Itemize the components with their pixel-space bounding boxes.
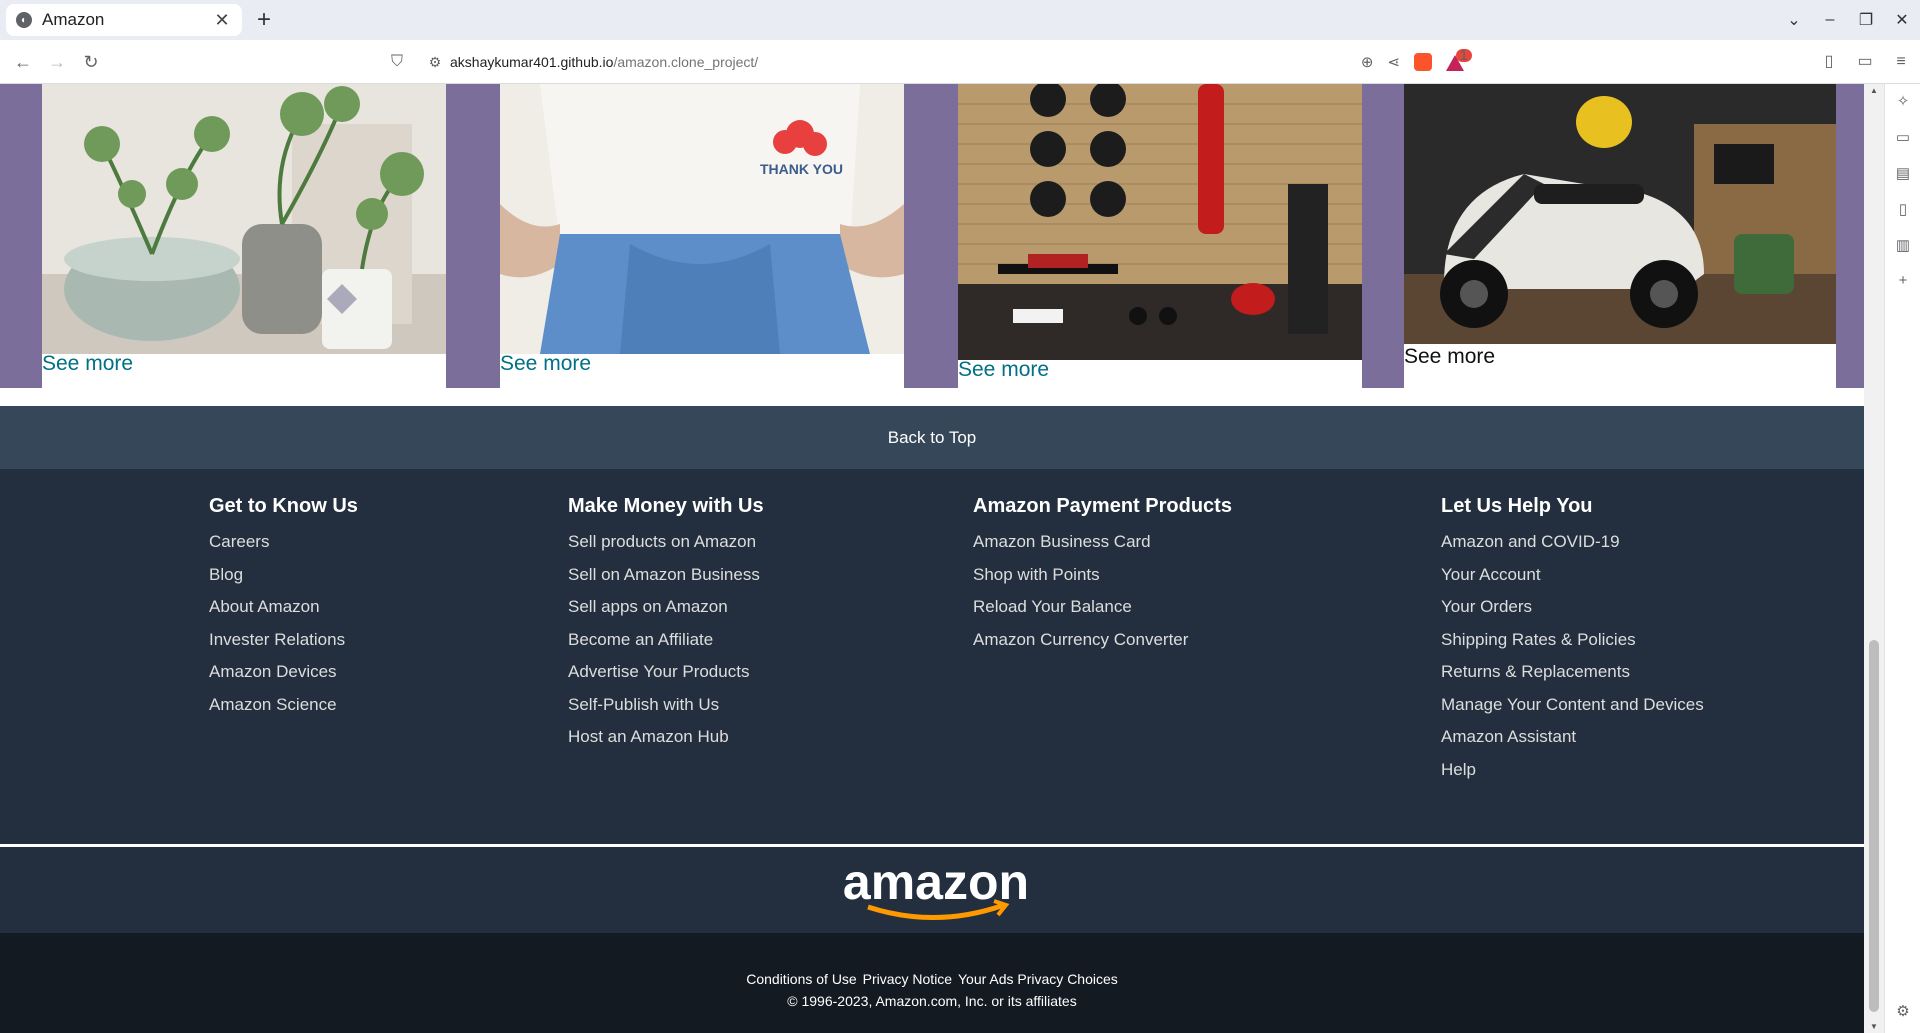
forward-icon[interactable]: → bbox=[44, 49, 70, 75]
category-card: See more bbox=[42, 84, 446, 388]
rewards-badge: 1 bbox=[1455, 48, 1472, 63]
footer-column: Get to Know Us Careers Blog About Amazon… bbox=[209, 495, 358, 721]
footer-link[interactable]: Reload Your Balance bbox=[973, 591, 1232, 624]
tab-strip: ◐ Amazon ✕ + ⌄ – ❐ ✕ bbox=[0, 0, 1920, 40]
back-icon[interactable]: ← bbox=[10, 49, 36, 75]
back-to-top-button[interactable]: Back to Top bbox=[0, 406, 1864, 469]
tab-title: Amazon bbox=[42, 10, 105, 29]
footer-column-title: Get to Know Us bbox=[209, 495, 358, 517]
footer-link[interactable]: Manage Your Content and Devices bbox=[1441, 689, 1704, 722]
footer-link[interactable]: Help bbox=[1441, 754, 1704, 787]
media-icon[interactable]: ▭ bbox=[1885, 128, 1920, 146]
page-scrollbar[interactable]: ▲ ▼ bbox=[1864, 84, 1884, 1033]
footer-link[interactable]: Blog bbox=[209, 559, 358, 592]
footer-link[interactable]: Your Account bbox=[1441, 559, 1704, 592]
sidebar-toggle-icon[interactable]: ▯ bbox=[1818, 49, 1840, 75]
footer-link[interactable]: About Amazon bbox=[209, 591, 358, 624]
footer-link[interactable]: Your Orders bbox=[1441, 591, 1704, 624]
see-more-link[interactable]: See more bbox=[958, 358, 1049, 382]
footer-column: Amazon Payment Products Amazon Business … bbox=[973, 495, 1232, 656]
site-info-icon[interactable]: ⚙ bbox=[420, 54, 450, 71]
footer-column-title: Amazon Payment Products bbox=[973, 495, 1232, 517]
globe-icon: ◐ bbox=[16, 12, 32, 28]
address-bar[interactable]: ⚙ akshaykumar401.github.io/amazon.clone_… bbox=[420, 46, 1472, 78]
footer-link[interactable]: Sell products on Amazon bbox=[568, 526, 764, 559]
footer-link[interactable]: Returns & Replacements bbox=[1441, 656, 1704, 689]
brave-rewards-icon[interactable]: 1 bbox=[1446, 48, 1472, 71]
category-card: See more bbox=[958, 84, 1362, 388]
footer-link[interactable]: Become an Affiliate bbox=[568, 624, 764, 657]
footer-link[interactable]: Shipping Rates & Policies bbox=[1441, 624, 1704, 657]
legal-link[interactable]: Your Ads Privacy Choices bbox=[958, 971, 1118, 987]
legal-link[interactable]: Conditions of Use bbox=[746, 971, 857, 987]
reload-icon[interactable]: ↻ bbox=[78, 49, 104, 75]
footer-link[interactable]: Amazon and COVID-19 bbox=[1441, 526, 1704, 559]
scroll-thumb[interactable] bbox=[1869, 640, 1879, 1012]
new-tab-button[interactable]: + bbox=[250, 6, 278, 34]
share-icon[interactable]: ⋖ bbox=[1387, 53, 1400, 71]
footer-column-title: Let Us Help You bbox=[1441, 495, 1593, 517]
see-more-link[interactable]: See more bbox=[1404, 345, 1496, 369]
footer-links: Get to Know Us Careers Blog About Amazon… bbox=[0, 469, 1864, 847]
see-more-link[interactable]: See more bbox=[42, 352, 133, 376]
wallet-panel-icon[interactable]: ▤ bbox=[1885, 164, 1920, 182]
footer-logo-band: amazon bbox=[0, 847, 1864, 933]
brave-shields-icon[interactable] bbox=[1414, 53, 1432, 71]
browser-tab[interactable]: ◐ Amazon ✕ bbox=[6, 4, 242, 36]
menu-icon[interactable]: ≡ bbox=[1890, 49, 1912, 75]
footer-column-title: Make Money with Us bbox=[568, 495, 764, 517]
restore-icon[interactable]: ❐ bbox=[1848, 10, 1884, 30]
card-image[interactable] bbox=[1404, 84, 1836, 344]
settings-icon[interactable]: ⚙ bbox=[1885, 1002, 1920, 1020]
leo-ai-icon[interactable]: ✧ bbox=[1885, 92, 1920, 110]
scroll-up-icon[interactable]: ▲ bbox=[1864, 86, 1884, 95]
category-card: THANK YOU See more bbox=[500, 84, 904, 388]
footer-link[interactable]: Amazon Assistant bbox=[1441, 721, 1704, 754]
zoom-icon[interactable]: ⊕ bbox=[1361, 53, 1374, 71]
bookmark-icon[interactable]: ⛉ bbox=[386, 49, 408, 75]
footer-link[interactable]: Careers bbox=[209, 526, 358, 559]
browser-toolbar: ← → ↻ ⛉ ⚙ akshaykumar401.github.io/amazo… bbox=[0, 40, 1920, 84]
see-more-link[interactable]: See more bbox=[500, 352, 591, 376]
amazon-logo[interactable]: amazon bbox=[836, 854, 1036, 928]
reading-list-icon[interactable]: ▥ bbox=[1885, 236, 1920, 254]
scroll-down-icon[interactable]: ▼ bbox=[1864, 1022, 1884, 1031]
bookmarks-panel-icon[interactable]: ▯ bbox=[1885, 200, 1920, 218]
footer-link[interactable]: Amazon Devices bbox=[209, 656, 358, 689]
footer-column: Let Us Help You Amazon and COVID-19 Your… bbox=[1441, 495, 1704, 786]
close-window-icon[interactable]: ✕ bbox=[1884, 10, 1920, 30]
browser-sidebar: ✧ ▭ ▤ ▯ ▥ + ⚙ bbox=[1884, 84, 1920, 1033]
footer-link[interactable]: Invester Relations bbox=[209, 624, 358, 657]
add-panel-icon[interactable]: + bbox=[1885, 272, 1920, 289]
card-image[interactable] bbox=[958, 84, 1362, 360]
svg-text:THANK YOU: THANK YOU bbox=[760, 161, 843, 177]
minimize-icon[interactable]: – bbox=[1812, 11, 1848, 29]
footer-link[interactable]: Sell on Amazon Business bbox=[568, 559, 764, 592]
tab-search-icon[interactable]: ⌄ bbox=[1776, 10, 1812, 30]
footer-link[interactable]: Amazon Currency Converter bbox=[973, 624, 1232, 657]
url-text[interactable]: akshaykumar401.github.io/amazon.clone_pr… bbox=[450, 54, 758, 70]
card-image[interactable] bbox=[42, 84, 446, 354]
copyright-text: © 1996-2023, Amazon.com, Inc. or its aff… bbox=[787, 993, 1077, 1009]
legal-link[interactable]: Privacy Notice bbox=[863, 971, 952, 987]
page-viewport: See more THANK YOU See more See more See… bbox=[0, 84, 1864, 1033]
close-icon[interactable]: ✕ bbox=[212, 10, 232, 31]
toolbar-actions: ▯ ▭ ≡ bbox=[1818, 49, 1912, 75]
footer-link[interactable]: Host an Amazon Hub bbox=[568, 721, 764, 754]
footer-link[interactable]: Advertise Your Products bbox=[568, 656, 764, 689]
footer-link[interactable]: Amazon Business Card bbox=[973, 526, 1232, 559]
footer-link[interactable]: Sell apps on Amazon bbox=[568, 591, 764, 624]
category-card: See more bbox=[1404, 84, 1836, 388]
footer-link[interactable]: Amazon Science bbox=[209, 689, 358, 722]
wallet-icon[interactable]: ▭ bbox=[1854, 49, 1876, 75]
footer-column: Make Money with Us Sell products on Amaz… bbox=[568, 495, 764, 754]
legal-links: Conditions of Use Privacy Notice Your Ad… bbox=[0, 971, 1864, 987]
footer-link[interactable]: Self-Publish with Us bbox=[568, 689, 764, 722]
card-image[interactable]: THANK YOU bbox=[500, 84, 904, 354]
footer-bottom: Conditions of Use Privacy Notice Your Ad… bbox=[0, 933, 1864, 1033]
footer-link[interactable]: Shop with Points bbox=[973, 559, 1232, 592]
window-controls: ⌄ – ❐ ✕ bbox=[1776, 0, 1920, 40]
